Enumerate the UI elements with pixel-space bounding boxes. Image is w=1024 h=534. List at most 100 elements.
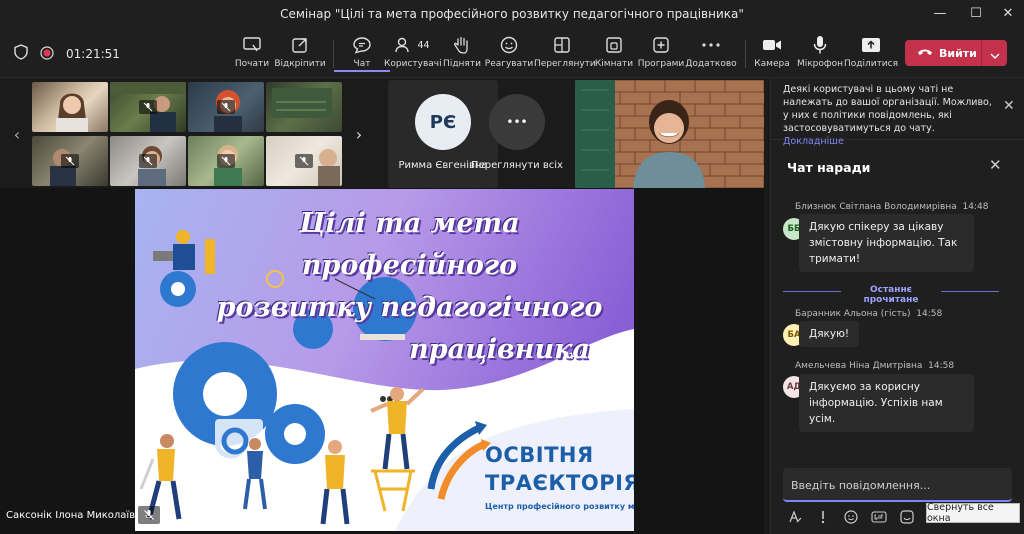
- strip-next-button[interactable]: ›: [346, 80, 372, 188]
- view-icon: [534, 34, 590, 56]
- record-icon: [40, 45, 54, 64]
- compose-toolbar: [785, 508, 917, 526]
- participants-count: 44: [417, 39, 430, 51]
- minimize-button[interactable]: —: [922, 2, 958, 26]
- external-users-banner: Деякі користувачі в цьому чаті не належа…: [771, 78, 1024, 147]
- react-label: Реагувати: [484, 59, 534, 69]
- tooltip: Свернуть все окна: [926, 502, 1020, 524]
- slide-title-line: працівника: [409, 334, 590, 365]
- more-icon: •••: [489, 94, 545, 150]
- format-icon[interactable]: [785, 508, 805, 526]
- message-author: Баранник Альона (гість): [795, 309, 911, 319]
- message-bubble: Дякую!: [799, 321, 860, 347]
- divider-line: [941, 291, 999, 292]
- participant-video[interactable]: [110, 136, 186, 186]
- react-button[interactable]: Реагувати: [481, 34, 537, 69]
- slide-title-line: Цілі та мета професійного: [299, 208, 520, 281]
- mic-off-icon: [139, 154, 157, 168]
- share-label: Поділитися: [843, 59, 899, 69]
- last-read-divider: Останнє прочитане: [783, 284, 999, 305]
- emoji-icon: [481, 34, 537, 56]
- view-all-label: Переглянути всіх: [471, 160, 563, 171]
- window-title: Семінар "Цілі та мета професійного розви…: [280, 7, 744, 21]
- leave-options-button[interactable]: [981, 40, 1007, 66]
- popout-button[interactable]: Відкріпити: [272, 34, 328, 69]
- last-read-label: Останнє прочитане: [863, 285, 919, 305]
- participant-video[interactable]: [266, 82, 342, 132]
- maximize-button[interactable]: ☐: [958, 2, 994, 26]
- leave-label: Вийти: [939, 46, 977, 60]
- chat-close-button[interactable]: ✕: [989, 156, 1002, 174]
- meeting-toolbar: 01:21:51 Почати Відкріпити Чат 44 Корист…: [0, 28, 1024, 78]
- participant-video[interactable]: [188, 82, 264, 132]
- chat-label: Чат: [334, 59, 390, 72]
- shared-content-stage: Цілі та мета професійного розвитку педаг…: [0, 188, 764, 534]
- mic-off-icon: [217, 154, 235, 168]
- share-button[interactable]: Поділитися: [843, 34, 899, 69]
- brand-name-line1: ОСВІТНЯ: [485, 443, 594, 467]
- message-time: 14:58: [916, 309, 943, 319]
- chevron-down-icon: [990, 44, 1000, 63]
- presentation-slide: Цілі та мета професійного розвитку педаг…: [135, 189, 634, 531]
- chat-header: Чат наради ✕: [771, 142, 1024, 194]
- view-all-tile[interactable]: ••• Переглянути всіх: [462, 80, 572, 188]
- title-bar: Семінар "Цілі та мета професійного розви…: [0, 0, 1024, 28]
- message-input[interactable]: [791, 476, 1001, 494]
- teams-meeting-window: Семінар "Цілі та мета професійного розви…: [0, 0, 1024, 534]
- participant-thumbnails: [32, 82, 344, 186]
- people-icon: 44: [384, 34, 440, 56]
- close-window-button[interactable]: ✕: [990, 2, 1024, 26]
- message-meta: Амельчева Ніна Дмитрівна 14:58: [795, 361, 954, 371]
- chat-panel: Деякі користувачі в цьому чаті не належа…: [770, 78, 1024, 534]
- mic-off-icon: [139, 100, 157, 114]
- message-author: Амельчева Ніна Дмитрівна: [795, 361, 923, 371]
- gif-icon[interactable]: [869, 508, 889, 526]
- video-strip: ‹ › РЄ Римма Євгенівна ••• Переглянути в…: [0, 80, 764, 188]
- more-label: Додатково: [685, 59, 737, 69]
- mic-off-icon: [61, 154, 79, 168]
- message-meta: Близнюк Світлана Володимирівна 14:48: [795, 202, 988, 212]
- strip-prev-button[interactable]: ‹: [4, 80, 30, 188]
- popout-icon: [272, 34, 328, 56]
- active-speaker-video[interactable]: [575, 80, 764, 188]
- participant-video[interactable]: [110, 82, 186, 132]
- chat-title: Чат наради: [787, 160, 871, 175]
- phone-icon: [917, 47, 933, 60]
- view-button[interactable]: Переглянути: [534, 34, 596, 69]
- apps-label: Програми: [637, 59, 685, 69]
- message-time: 14:48: [962, 202, 989, 212]
- banner-text: Деякі користувачі в цьому чаті не належа…: [783, 83, 993, 148]
- divider-line: [783, 291, 841, 292]
- banner-message: Деякі користувачі в цьому чаті не належа…: [783, 84, 992, 134]
- message-time: 14:58: [928, 361, 955, 371]
- mic-button[interactable]: Мікрофон: [792, 34, 848, 69]
- participants-button[interactable]: 44 Користувачі: [384, 34, 442, 69]
- apps-icon: [633, 34, 689, 56]
- participant-video[interactable]: [266, 136, 342, 186]
- meeting-status: 01:21:51: [14, 44, 120, 64]
- banner-close-button[interactable]: ✕: [1003, 98, 1015, 114]
- leave-button[interactable]: Вийти: [905, 40, 981, 66]
- priority-icon[interactable]: [813, 508, 833, 526]
- mic-off-icon: [138, 506, 160, 524]
- message-meta: Баранник Альона (гість) 14:58: [795, 309, 942, 319]
- brand-subtitle: Центр професійного розвитку м. Дніпро: [485, 502, 634, 511]
- participant-video[interactable]: [32, 82, 108, 132]
- chat-button[interactable]: Чат: [334, 34, 390, 72]
- participant-video[interactable]: [188, 136, 264, 186]
- leave-button-group: Вийти: [905, 40, 1007, 66]
- meeting-timer: 01:21:51: [66, 47, 120, 61]
- shield-icon: [14, 44, 28, 64]
- sticker-icon[interactable]: [897, 508, 917, 526]
- slide-title: Цілі та мета професійного розвитку педаг…: [195, 203, 624, 371]
- message-bubble: Дякую спікеру за цікаву змістовну інформ…: [799, 214, 974, 272]
- mic-off-icon: [295, 154, 313, 168]
- participant-video[interactable]: [32, 136, 108, 186]
- mic-label: Мікрофон: [796, 59, 843, 69]
- emoji-icon[interactable]: [841, 508, 861, 526]
- more-button[interactable]: Додатково: [683, 34, 739, 69]
- apps-button[interactable]: Програми: [633, 34, 689, 69]
- slide-title-line: розвитку педагогічного: [216, 292, 603, 323]
- participants-label: Користувачі: [384, 59, 442, 69]
- message-bubble: Дякуємо за корисну інформацію. Успіхів н…: [799, 374, 974, 432]
